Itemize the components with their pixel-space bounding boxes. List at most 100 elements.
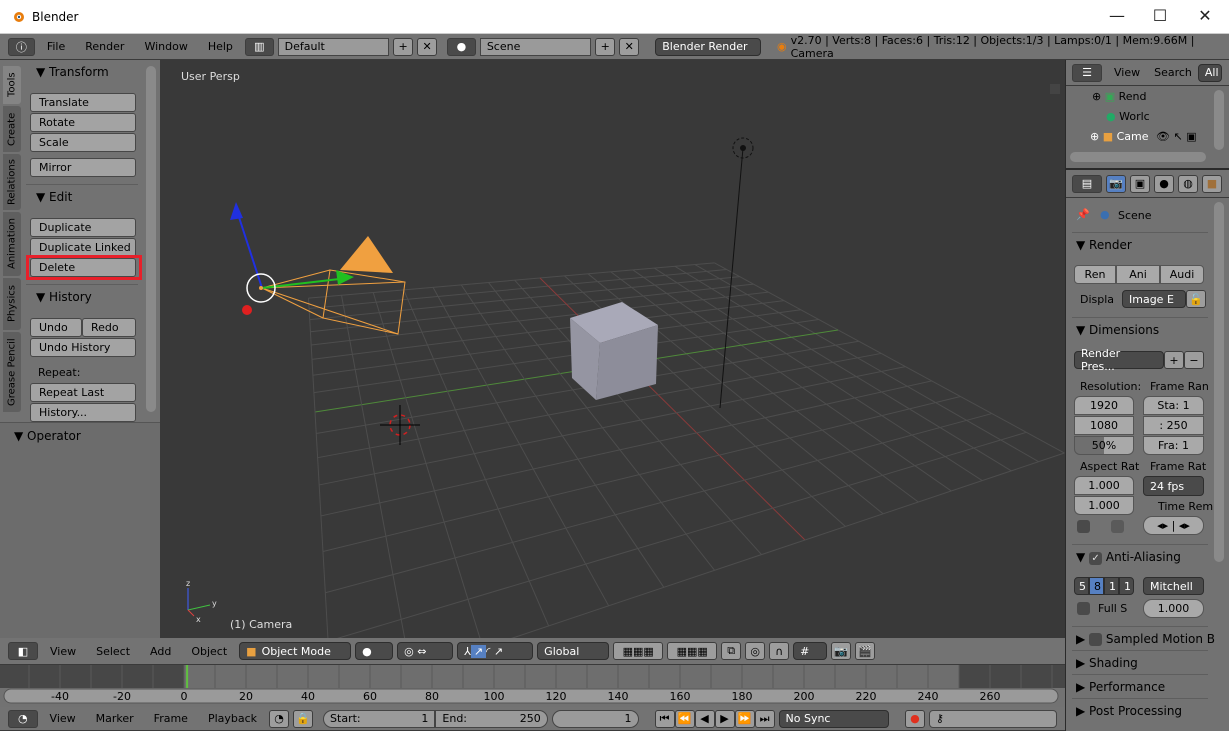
tab-relations[interactable]: Relations <box>3 154 21 210</box>
rotate-button[interactable]: Rotate <box>30 113 136 132</box>
anti-aliasing-panel-title[interactable]: ▼ ✓ Anti-Aliasing <box>1076 550 1181 565</box>
scene-tab-icon[interactable]: ● <box>1154 174 1174 193</box>
current-frame-field[interactable]: 1 <box>551 709 639 728</box>
tab-tools[interactable]: Tools <box>3 66 21 104</box>
outliner-filter-select[interactable]: All <box>1197 63 1222 82</box>
remove-layout-icon[interactable]: ✕ <box>417 37 438 56</box>
tab-create[interactable]: Create <box>3 106 21 152</box>
aa-filter-size-field[interactable]: 1.000 <box>1143 599 1204 618</box>
scale-button[interactable]: Scale <box>30 133 136 152</box>
clock-editor-icon[interactable]: ◔ <box>8 709 38 728</box>
resolution-y-field[interactable]: 1080 <box>1074 416 1134 435</box>
close-button[interactable]: ✕ <box>1190 6 1220 28</box>
aspect-y-field[interactable]: 1.000 <box>1074 496 1134 515</box>
outliner-item-camera[interactable]: ⊕ ■ Came 👁 ↖ ▣ <box>1090 130 1216 143</box>
scene-icon[interactable]: ● <box>447 37 476 56</box>
menu-view[interactable]: View <box>1106 66 1148 79</box>
jump-end-button[interactable]: ⏭ <box>754 709 775 728</box>
menu-search[interactable]: Search <box>1152 66 1194 79</box>
render-animation-button[interactable]: Ani <box>1116 265 1160 284</box>
full-sample-checkbox[interactable] <box>1077 602 1090 615</box>
end-frame-field[interactable]: End: 250 <box>435 709 548 728</box>
viewport-scene[interactable]: z y x <box>160 60 1065 638</box>
dimensions-panel-title[interactable]: ▼ Dimensions <box>1076 323 1159 337</box>
layers-grid-1[interactable]: ▦▦▦ <box>613 642 664 660</box>
aa-samples-5[interactable]: 5 <box>1074 577 1089 595</box>
preview-range-icon[interactable]: ◔ <box>269 709 290 728</box>
duplicate-button[interactable]: Duplicate <box>30 218 136 237</box>
time-remap-fields[interactable]: ◂▸ | ◂▸ <box>1143 516 1204 535</box>
properties-scrollbar[interactable] <box>1214 202 1224 562</box>
aa-samples-11[interactable]: 1 <box>1104 577 1119 595</box>
editor-type-icon[interactable]: ◧ <box>8 642 38 660</box>
visibility-eye-icon[interactable]: 👁 <box>1156 130 1170 143</box>
menu-marker[interactable]: Marker <box>88 712 142 725</box>
sync-select[interactable]: No Sync <box>778 709 889 728</box>
resolution-percentage-slider[interactable]: 50% <box>1074 436 1134 455</box>
history-panel-title[interactable]: ▼ History <box>36 290 92 304</box>
manipulator-toggles[interactable]: ⅄ ↗ ◜ ↗ <box>457 642 534 660</box>
history-button[interactable]: History... <box>30 403 136 422</box>
render-camera-icon[interactable]: ▣ <box>1186 130 1196 143</box>
aa-samples-8[interactable]: 8 <box>1089 577 1104 595</box>
frame-step-field[interactable]: Fra: 1 <box>1143 436 1204 455</box>
pin-icon[interactable]: 📌 <box>1076 208 1090 221</box>
select-arrow-icon[interactable]: ↖ <box>1174 130 1183 143</box>
aa-filter-select[interactable]: Mitchell <box>1143 577 1204 595</box>
menu-window[interactable]: Window <box>136 40 195 53</box>
remove-preset-icon[interactable]: − <box>1184 351 1204 369</box>
proportional-edit-icon[interactable]: ◎ <box>745 642 766 660</box>
snap-element-select[interactable]: # <box>793 642 828 660</box>
layers-grid-2[interactable]: ▦▦▦ <box>667 642 718 660</box>
play-reverse-button[interactable]: ◀ <box>694 709 715 728</box>
layout-field[interactable]: Default <box>277 37 390 56</box>
aspect-x-field[interactable]: 1.000 <box>1074 476 1134 495</box>
outliner-item-render[interactable]: ⊕ ▣ Rend <box>1092 90 1147 103</box>
edit-panel-title[interactable]: ▼ Edit <box>36 190 72 204</box>
repeat-last-button[interactable]: Repeat Last <box>30 383 136 402</box>
jump-keyframe-forward-button[interactable]: ⏩ <box>734 709 755 728</box>
menu-object[interactable]: Object <box>183 645 235 658</box>
snap-magnet-icon[interactable]: ∩ <box>769 642 790 660</box>
render-tab-icon[interactable]: 📷 <box>1106 174 1126 193</box>
aa-samples-16[interactable]: 1 <box>1119 577 1134 595</box>
3d-viewport[interactable]: z y x User Persp (1) Camera <box>160 60 1065 638</box>
minimize-button[interactable]: — <box>1102 6 1132 28</box>
transform-panel-title[interactable]: ▼ Transform <box>36 65 109 79</box>
menu-frame[interactable]: Frame <box>146 712 196 725</box>
record-button[interactable]: ● <box>904 709 925 728</box>
lock-interface-icon[interactable]: 🔓 <box>1186 290 1206 308</box>
timeline[interactable]: -40 -20 0 20 40 60 80 100 120 140 160 180 200 220 240 2… <box>0 665 1065 707</box>
outliner-v-scrollbar[interactable] <box>1214 90 1224 150</box>
redo-button[interactable]: Redo <box>82 318 136 337</box>
crop-checkbox[interactable] <box>1111 520 1124 533</box>
render-image-icon[interactable]: 📷 <box>831 642 852 660</box>
properties-editor-icon[interactable]: ▤ <box>1072 174 1102 193</box>
display-select[interactable]: Image E <box>1122 290 1186 308</box>
pivot-select[interactable]: ◎ ⇔ <box>397 642 454 660</box>
mirror-button[interactable]: Mirror <box>30 158 136 177</box>
lock-layers-icon[interactable]: ⧉ <box>721 642 742 660</box>
menu-file[interactable]: File <box>39 40 73 53</box>
undo-button[interactable]: Undo <box>30 318 82 337</box>
add-scene-icon[interactable]: + <box>595 37 616 56</box>
add-layout-icon[interactable]: + <box>393 37 414 56</box>
render-animation-icon[interactable]: 🎬 <box>855 642 876 660</box>
outliner-h-scrollbar[interactable] <box>1070 152 1206 162</box>
undo-history-button[interactable]: Undo History <box>30 338 136 357</box>
performance-panel[interactable]: ▶ Performance <box>1076 680 1165 694</box>
play-button[interactable]: ▶ <box>714 709 735 728</box>
frame-start-field[interactable]: Sta: 1 <box>1143 396 1204 415</box>
tab-grease-pencil[interactable]: Grease Pencil <box>3 332 21 412</box>
scene-field[interactable]: Scene <box>479 37 592 56</box>
frame-end-field[interactable]: : 250 <box>1143 416 1204 435</box>
world-tab-icon[interactable]: ◍ <box>1178 174 1198 193</box>
tool-shelf-scrollbar[interactable] <box>146 66 156 412</box>
orientation-select[interactable]: Global <box>537 642 610 660</box>
info-editor-icon[interactable]: ⓘ <box>8 37 35 56</box>
timeline-ruler[interactable]: -40 -20 0 20 40 60 80 100 120 140 160 180 200 220 240 2… <box>0 665 1065 707</box>
menu-view[interactable]: View <box>42 645 84 658</box>
menu-select[interactable]: Select <box>88 645 138 658</box>
anti-aliasing-checkbox[interactable]: ✓ <box>1089 552 1103 565</box>
shading-panel[interactable]: ▶ Shading <box>1076 656 1138 670</box>
